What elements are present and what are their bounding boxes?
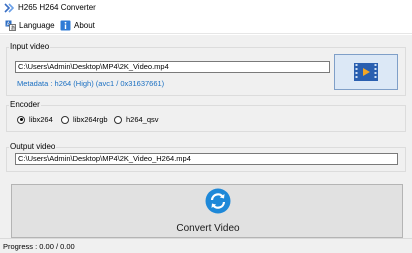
input-path-field[interactable]: C:\Users\Admin\Desktop\MP4\2K_Video.mp4 [15, 61, 330, 73]
radio-libx264[interactable]: libx264 [17, 115, 53, 124]
radio-dot-selected [17, 115, 25, 124]
menu-about-label: About [74, 20, 95, 30]
radio-libx264rgb[interactable]: libx264rgb [61, 115, 108, 124]
radio-dot [61, 115, 69, 124]
menu-about[interactable]: About [60, 18, 95, 32]
output-video-label: Output video [9, 142, 57, 152]
video-file-icon [354, 63, 378, 81]
radio-dot [114, 115, 122, 124]
input-video-label: Input video [9, 42, 51, 52]
language-icon: A あ [5, 20, 16, 31]
radio-h264-qsv-label: h264_qsv [126, 115, 159, 124]
browse-input-button[interactable] [334, 54, 398, 90]
metadata-text: Metadata : h264 (High) (avc1 / 0x3163766… [17, 79, 165, 88]
menu-language[interactable]: A あ Language [5, 18, 55, 32]
output-path-field[interactable]: C:\Users\Admin\Desktop\MP4\2K_Video_H264… [15, 153, 398, 165]
menu-language-label: Language [19, 20, 55, 30]
svg-text:あ: あ [11, 25, 16, 30]
status-bar: Progress : 0.00 / 0.00 [0, 238, 412, 253]
encoder-label: Encoder [9, 100, 41, 110]
sync-icon [205, 188, 231, 214]
radio-libx264-label: libx264 [29, 115, 53, 124]
radio-libx264rgb-label: libx264rgb [73, 115, 108, 124]
progress-text: Progress : 0.00 / 0.00 [3, 242, 75, 251]
convert-video-label: Convert Video [176, 223, 240, 234]
title-bar: H265 H264 Converter [0, 0, 412, 16]
window-title: H265 H264 Converter [18, 3, 96, 12]
radio-h264-qsv[interactable]: h264_qsv [114, 115, 159, 124]
info-icon [60, 20, 71, 30]
convert-video-button[interactable]: Convert Video [11, 184, 403, 238]
app-logo-icon [4, 3, 14, 13]
menu-bar: A あ Language About [0, 16, 412, 34]
